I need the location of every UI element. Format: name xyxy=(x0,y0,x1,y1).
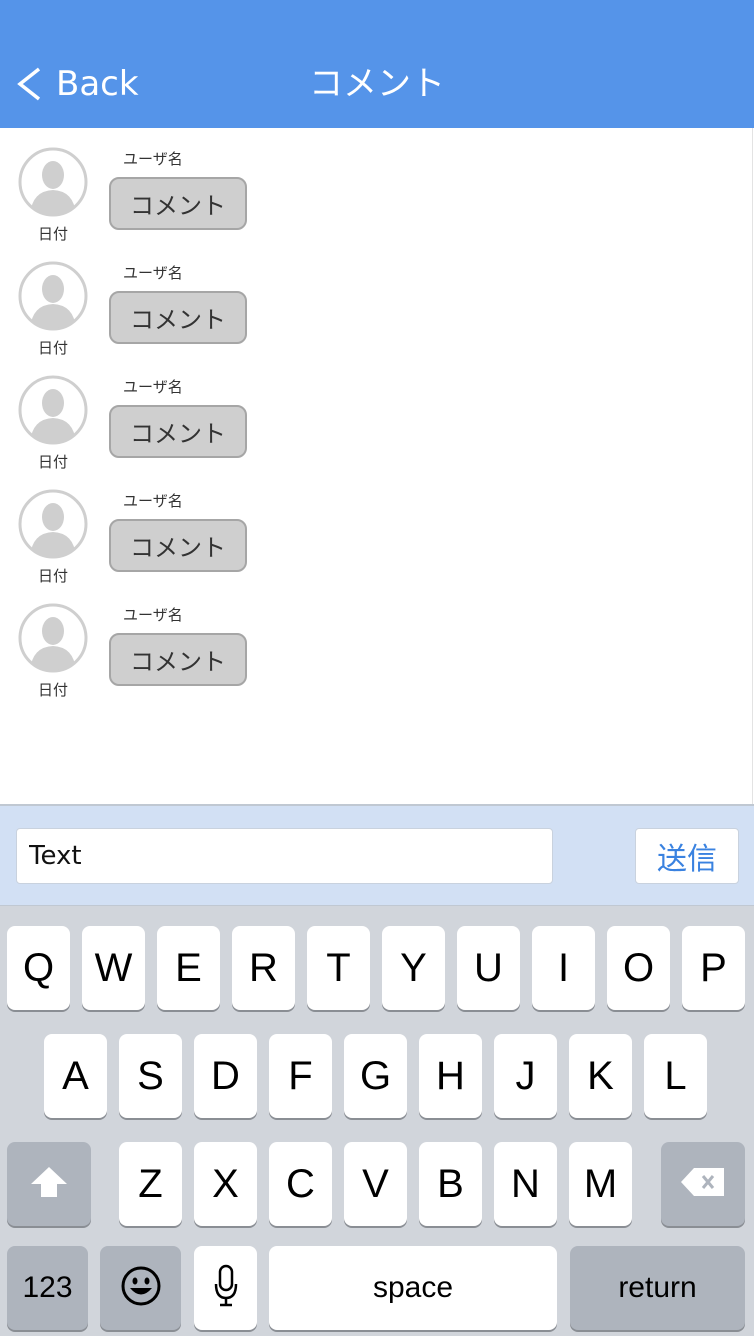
avatar xyxy=(18,375,88,445)
comment-username: ユーザ名 xyxy=(123,492,183,510)
key-y[interactable]: Y xyxy=(382,926,445,1010)
comment-bubble: コメント xyxy=(109,519,247,572)
key-w[interactable]: W xyxy=(82,926,145,1010)
key-u[interactable]: U xyxy=(457,926,520,1010)
key-m[interactable]: M xyxy=(569,1142,632,1226)
key-r[interactable]: R xyxy=(232,926,295,1010)
comment-text-input[interactable] xyxy=(16,828,553,884)
key-x[interactable]: X xyxy=(194,1142,257,1226)
key-i[interactable]: I xyxy=(532,926,595,1010)
key-z[interactable]: Z xyxy=(119,1142,182,1226)
navigation-bar: Back コメント xyxy=(0,0,754,128)
key-o[interactable]: O xyxy=(607,926,670,1010)
comment-list[interactable]: 日付 ユーザ名 コメント 日付 ユーザ名 コメント 日付 ユーザ名 コメント 日… xyxy=(1,128,753,804)
comment-bubble: コメント xyxy=(109,405,247,458)
key-l[interactable]: L xyxy=(644,1034,707,1118)
key-s[interactable]: S xyxy=(119,1034,182,1118)
comment-username: ユーザ名 xyxy=(123,378,183,396)
key-q[interactable]: Q xyxy=(7,926,70,1010)
emoji-key[interactable] xyxy=(100,1246,181,1330)
emoji-icon xyxy=(120,1265,162,1312)
comment-date: 日付 xyxy=(37,339,68,357)
key-a[interactable]: A xyxy=(44,1034,107,1118)
avatar xyxy=(18,489,88,559)
comment-date: 日付 xyxy=(37,453,68,471)
comment-input-bar: 送信 xyxy=(0,804,754,906)
comment-username: ユーザ名 xyxy=(123,606,183,624)
keyboard: Q W E R T Y U I O P A S D F G H J K L Z … xyxy=(0,906,754,1336)
avatar xyxy=(18,147,88,217)
key-f[interactable]: F xyxy=(269,1034,332,1118)
list-item: 日付 ユーザ名 コメント xyxy=(1,128,752,243)
key-k[interactable]: K xyxy=(569,1034,632,1118)
comment-bubble: コメント xyxy=(109,633,247,686)
microphone-icon xyxy=(213,1264,239,1313)
backspace-key[interactable] xyxy=(661,1142,745,1226)
list-item: 日付 ユーザ名 コメント xyxy=(1,356,752,471)
numbers-key[interactable]: 123 xyxy=(7,1246,88,1330)
comment-username: ユーザ名 xyxy=(123,264,183,282)
list-item: 日付 ユーザ名 コメント xyxy=(1,470,752,585)
comment-date: 日付 xyxy=(37,681,68,699)
comment-date: 日付 xyxy=(37,225,68,243)
comment-bubble: コメント xyxy=(109,291,247,344)
key-n[interactable]: N xyxy=(494,1142,557,1226)
return-key[interactable]: return xyxy=(570,1246,745,1330)
shift-key[interactable] xyxy=(7,1142,91,1226)
key-e[interactable]: E xyxy=(157,926,220,1010)
avatar xyxy=(18,261,88,331)
microphone-key[interactable] xyxy=(194,1246,257,1330)
backspace-icon xyxy=(679,1166,727,1203)
key-c[interactable]: C xyxy=(269,1142,332,1226)
key-j[interactable]: J xyxy=(494,1034,557,1118)
key-d[interactable]: D xyxy=(194,1034,257,1118)
comment-date: 日付 xyxy=(37,567,68,585)
list-item: 日付 ユーザ名 コメント xyxy=(1,584,752,699)
key-h[interactable]: H xyxy=(419,1034,482,1118)
comment-bubble: コメント xyxy=(109,177,247,230)
page-title: コメント xyxy=(309,64,445,104)
send-button[interactable]: 送信 xyxy=(635,828,739,884)
key-g[interactable]: G xyxy=(344,1034,407,1118)
key-v[interactable]: V xyxy=(344,1142,407,1226)
key-b[interactable]: B xyxy=(419,1142,482,1226)
avatar xyxy=(18,603,88,673)
list-item: 日付 ユーザ名 コメント xyxy=(1,242,752,357)
space-key[interactable]: space xyxy=(269,1246,557,1330)
key-t[interactable]: T xyxy=(307,926,370,1010)
key-p[interactable]: P xyxy=(682,926,745,1010)
shift-icon xyxy=(29,1165,69,1204)
comment-username: ユーザ名 xyxy=(123,150,183,168)
